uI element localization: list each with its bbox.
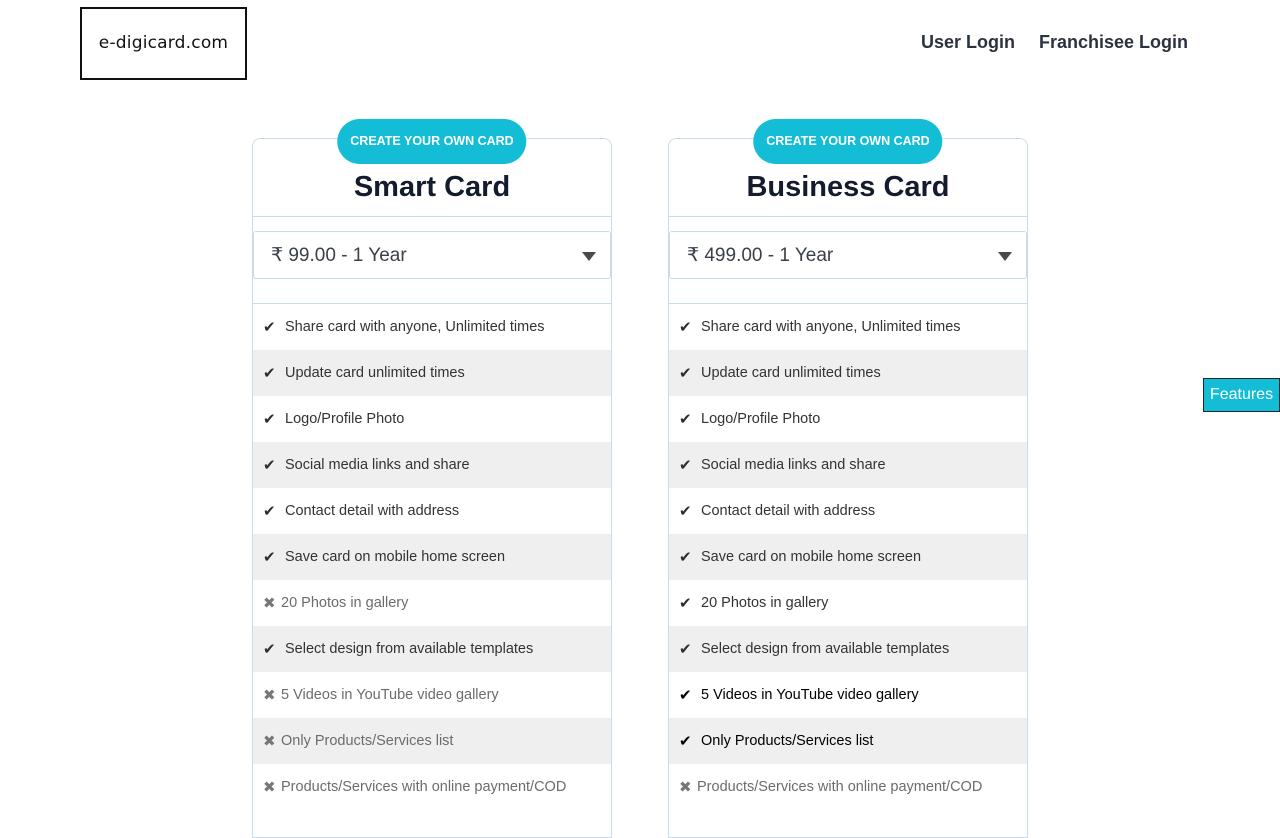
feature-label: Update card unlimited times xyxy=(285,365,465,381)
card-title: Smart Card xyxy=(353,171,511,203)
feature-row: ✔ 5 Videos in YouTube video gallery xyxy=(669,672,1027,718)
divider xyxy=(669,216,1027,217)
check-icon: ✔ xyxy=(263,641,276,658)
check-icon: ✔ xyxy=(263,319,276,336)
check-icon: ✔ xyxy=(679,595,692,612)
site-logo[interactable]: e-digicard.com xyxy=(80,7,247,80)
plan-select[interactable]: ₹ 499.00 - 1 Year xyxy=(669,231,1027,279)
feature-label: Products/Services with online payment/CO… xyxy=(281,779,567,795)
check-icon: ✔ xyxy=(679,319,692,336)
cross-icon: ✖ xyxy=(263,779,276,796)
feature-row: ✔ Select design from available templates xyxy=(669,626,1027,672)
feature-row: ✔ Contact detail with address xyxy=(669,488,1027,534)
feature-row: ✖ Only Products/Services list xyxy=(253,718,611,764)
feature-label: 20 Photos in gallery xyxy=(281,595,409,611)
feature-label: Share card with anyone, Unlimited times xyxy=(701,319,961,335)
feature-label: Share card with anyone, Unlimited times xyxy=(285,319,545,335)
card-title: Business Card xyxy=(746,171,950,203)
feature-label: Contact detail with address xyxy=(701,503,876,519)
check-icon: ✔ xyxy=(679,687,692,704)
cross-icon: ✖ xyxy=(263,595,276,612)
franchisee-login-link[interactable]: Franchisee Login xyxy=(1039,32,1188,53)
feature-label: Social media links and share xyxy=(701,457,886,473)
pricing-card-business: CREATE YOUR OWN CARD Business Card ₹ 499… xyxy=(668,119,1028,838)
check-icon: ✔ xyxy=(263,549,276,566)
feature-label: 5 Videos in YouTube video gallery xyxy=(281,687,499,703)
top-nav: User Login Franchisee Login xyxy=(921,32,1188,53)
feature-label: Social media links and share xyxy=(285,457,470,473)
check-icon: ✔ xyxy=(263,365,276,382)
check-icon: ✔ xyxy=(263,411,276,428)
feature-label: Logo/Profile Photo xyxy=(701,411,821,427)
feature-list: ✔ Share card with anyone, Unlimited times… xyxy=(669,304,1027,810)
logo-text: e-digicard.com xyxy=(98,33,229,53)
feature-label: Update card unlimited times xyxy=(701,365,881,381)
feature-row: ✔ Logo/Profile Photo xyxy=(669,396,1027,442)
cross-icon: ✖ xyxy=(679,779,692,796)
feature-label: Save card on mobile home screen xyxy=(701,549,922,565)
feature-row: ✔ Share card with anyone, Unlimited times xyxy=(669,304,1027,350)
check-icon: ✔ xyxy=(263,503,276,520)
check-icon: ✔ xyxy=(679,733,692,750)
feature-row: ✔ Save card on mobile home screen xyxy=(669,534,1027,580)
feature-row: ✔ Update card unlimited times xyxy=(669,350,1027,396)
feature-label: Select design from available templates xyxy=(285,641,534,657)
feature-label: 5 Videos in YouTube video gallery xyxy=(701,687,919,703)
feature-label: Products/Services with online payment/CO… xyxy=(697,779,983,795)
feature-row: ✔ Save card on mobile home screen xyxy=(253,534,611,580)
feature-row: ✔ Only Products/Services list xyxy=(669,718,1027,764)
pricing-card-smart: CREATE YOUR OWN CARD Smart Card ₹ 99.00 … xyxy=(252,119,612,838)
feature-row: ✖ 5 Videos in YouTube video gallery xyxy=(253,672,611,718)
feature-row: ✔ Logo/Profile Photo xyxy=(253,396,611,442)
create-card-button[interactable]: CREATE YOUR OWN CARD xyxy=(337,119,527,164)
check-icon: ✔ xyxy=(679,365,692,382)
feature-label: Only Products/Services list xyxy=(281,733,454,749)
check-icon: ✔ xyxy=(679,457,692,474)
divider xyxy=(253,216,611,217)
create-card-button[interactable]: CREATE YOUR OWN CARD xyxy=(753,119,943,164)
feature-row: ✔ Share card with anyone, Unlimited times xyxy=(253,304,611,350)
feature-label: Only Products/Services list xyxy=(701,733,874,749)
feature-row: ✖ Products/Services with online payment/C… xyxy=(253,764,611,810)
feature-label: 20 Photos in gallery xyxy=(701,595,829,611)
feature-row: ✖ Products/Services with online payment/C… xyxy=(669,764,1027,810)
feature-label: Select design from available templates xyxy=(701,641,950,657)
feature-row: ✔ 20 Photos in gallery xyxy=(669,580,1027,626)
check-icon: ✔ xyxy=(679,641,692,658)
site-header: e-digicard.com User Login Franchisee Log… xyxy=(0,0,1280,90)
check-icon: ✔ xyxy=(679,503,692,520)
feature-label: Logo/Profile Photo xyxy=(285,411,405,427)
feature-label: Contact detail with address xyxy=(285,503,460,519)
check-icon: ✔ xyxy=(679,549,692,566)
chevron-down-icon xyxy=(582,252,596,261)
plan-select-value: ₹ 99.00 - 1 Year xyxy=(271,245,407,266)
feature-row: ✔ Update card unlimited times xyxy=(253,350,611,396)
chevron-down-icon xyxy=(998,252,1012,261)
check-icon: ✔ xyxy=(263,457,276,474)
feature-row: ✔ Social media links and share xyxy=(253,442,611,488)
plan-select[interactable]: ₹ 99.00 - 1 Year xyxy=(253,231,611,279)
feature-row: ✔ Social media links and share xyxy=(669,442,1027,488)
cross-icon: ✖ xyxy=(263,687,276,704)
feature-label: Save card on mobile home screen xyxy=(285,549,506,565)
feature-list: ✔ Share card with anyone, Unlimited times… xyxy=(253,304,611,810)
feature-row: ✖ 20 Photos in gallery xyxy=(253,580,611,626)
check-icon: ✔ xyxy=(679,411,692,428)
cross-icon: ✖ xyxy=(263,733,276,750)
feature-row: ✔ Select design from available templates xyxy=(253,626,611,672)
plan-select-value: ₹ 499.00 - 1 Year xyxy=(687,245,834,266)
feature-row: ✔ Contact detail with address xyxy=(253,488,611,534)
features-side-tab[interactable]: Features xyxy=(1203,378,1280,412)
user-login-link[interactable]: User Login xyxy=(921,32,1015,53)
